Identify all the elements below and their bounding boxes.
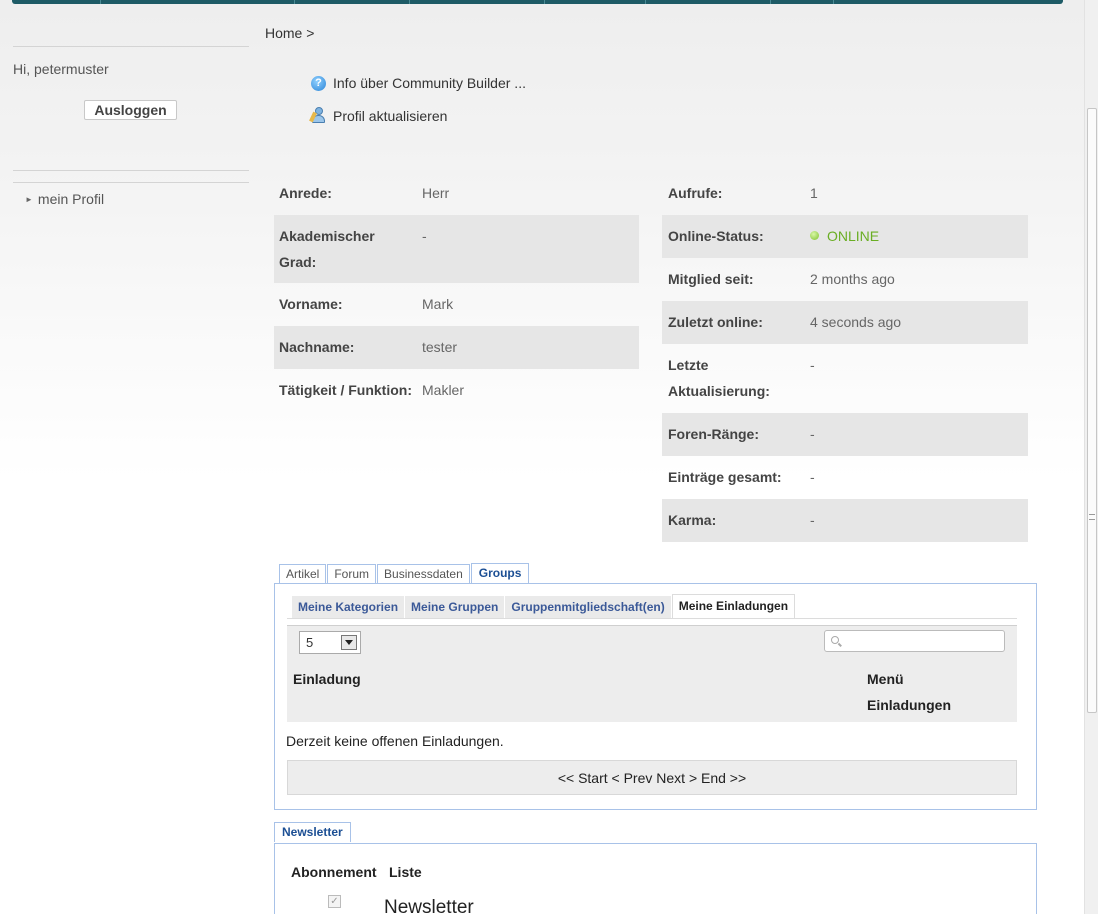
field-label: Foren-Ränge: (668, 426, 759, 442)
pagination[interactable]: << Start < Prev Next > End >> (287, 760, 1017, 795)
field-label: Karma: (668, 512, 717, 528)
field-label: Nachname: (279, 339, 355, 355)
update-profile-label: Profil aktualisieren (333, 107, 448, 124)
top-nav-strip (12, 0, 1063, 4)
sidebar-item-label: mein Profil (37, 191, 105, 207)
profile-table-right: Aufrufe: 1 Online-Status: ONLINE Mitglie… (662, 172, 1028, 542)
logout-button[interactable]: Ausloggen (84, 100, 177, 120)
profile-row: Tätigkeit / Funktion: Makler (274, 369, 639, 412)
online-status-text: ONLINE (827, 228, 880, 244)
profile-row: Akademischer Grad: - (274, 215, 639, 283)
groups-subtabs: Meine Kategorien Meine Gruppen Gruppenmi… (292, 594, 796, 618)
field-value: tester (422, 339, 458, 355)
profile-row: Online-Status: ONLINE (662, 215, 1028, 258)
profile-row: Foren-Ränge: - (662, 413, 1028, 456)
field-label: Letzte Aktualisierung: (668, 357, 770, 399)
subtab-divider (287, 618, 1017, 619)
field-label: Aufrufe: (668, 185, 723, 201)
profile-row: Nachname: tester (274, 326, 639, 369)
triangle-right-icon: ► (25, 195, 33, 204)
page-size-select[interactable]: 5 (299, 631, 361, 654)
newsletter-subscription-checkbox[interactable]: ✓ (328, 895, 341, 908)
column-header-invitation[interactable]: Einladung (293, 666, 361, 692)
page-size-value: 5 (306, 635, 314, 650)
online-status-icon (810, 231, 819, 240)
profile-table-left: Anrede: Herr Akademischer Grad: - Vornam… (274, 172, 639, 412)
sidebar-divider (13, 182, 249, 183)
info-link-label: Info über Community Builder ... (333, 75, 526, 91)
sidebar-item-my-profile[interactable]: ► mein Profil (25, 191, 104, 207)
field-value: 1 (810, 185, 818, 201)
column-header-list: Liste (389, 864, 422, 880)
profile-row: Letzte Aktualisierung: - (662, 344, 1028, 413)
subtab-my-groups[interactable]: Meine Gruppen (405, 596, 505, 618)
invitations-search-input[interactable] (824, 630, 1005, 652)
user-greeting: Hi, petermuster (13, 61, 109, 77)
field-value: 4 seconds ago (810, 314, 902, 330)
field-value: Makler (422, 382, 465, 398)
subtab-my-categories[interactable]: Meine Kategorien (292, 596, 405, 618)
sidebar-divider (13, 170, 249, 171)
info-community-builder-link[interactable]: ? Info über Community Builder ... (311, 75, 526, 91)
profile-tabbar: Artikel Forum Businessdaten Groups (279, 563, 530, 583)
field-value: - (810, 426, 815, 442)
field-value: - (810, 357, 815, 373)
sidebar-divider (13, 46, 249, 47)
profile-row: Anrede: Herr (274, 172, 639, 215)
profile-row: Zuletzt online: 4 seconds ago (662, 301, 1028, 344)
field-value: - (422, 228, 427, 244)
field-value: Mark (422, 296, 454, 312)
chevron-down-icon (341, 635, 357, 650)
grip-icon (1089, 514, 1095, 520)
profile-row: Vorname: Mark (274, 283, 639, 326)
update-profile-link[interactable]: Profil aktualisieren (309, 107, 448, 124)
edit-user-icon (309, 107, 326, 124)
subtab-group-memberships[interactable]: Gruppenmitgliedschaft(en) (505, 596, 671, 618)
field-label: Einträge gesamt: (668, 469, 782, 485)
page-scrollbar[interactable] (1084, 0, 1098, 914)
tab-groups[interactable]: Groups (470, 563, 530, 583)
field-label: Anrede: (279, 185, 332, 201)
field-label: Zuletzt online: (668, 314, 763, 330)
field-label: Mitglied seit: (668, 271, 754, 287)
profile-row: Mitglied seit: 2 months ago (662, 258, 1028, 301)
scrollbar-thumb[interactable] (1087, 108, 1097, 713)
tab-artikel[interactable]: Artikel (279, 564, 327, 583)
search-icon (831, 636, 839, 644)
info-icon: ? (311, 75, 326, 91)
tab-businessdaten[interactable]: Businessdaten (377, 564, 470, 583)
empty-invitations-message: Derzeit keine offenen Einladungen. (286, 733, 504, 749)
field-label: Akademischer Grad: (279, 228, 375, 270)
tab-newsletter[interactable]: Newsletter (274, 822, 351, 842)
subtab-my-invitations[interactable]: Meine Einladungen (671, 594, 796, 618)
field-value: - (810, 512, 815, 528)
column-header-menu: Menü Einladungen (867, 671, 951, 713)
breadcrumb[interactable]: Home > (265, 25, 314, 41)
field-value: Herr (422, 185, 450, 201)
field-label: Online-Status: (668, 228, 764, 244)
profile-row: Aufrufe: 1 (662, 172, 1028, 215)
field-label: Vorname: (279, 296, 343, 312)
field-label: Tätigkeit / Funktion: (279, 382, 412, 398)
newsletter-name: Newsletter (384, 897, 474, 914)
online-status-value: ONLINE (810, 223, 879, 258)
field-value: 2 months ago (810, 271, 895, 287)
tab-forum[interactable]: Forum (327, 564, 377, 583)
profile-row: Einträge gesamt: - (662, 456, 1028, 499)
column-header-subscription: Abonnement (291, 864, 377, 880)
field-value: - (810, 469, 815, 485)
newsletter-tabbar: Newsletter (274, 822, 352, 842)
profile-row: Karma: - (662, 499, 1028, 542)
